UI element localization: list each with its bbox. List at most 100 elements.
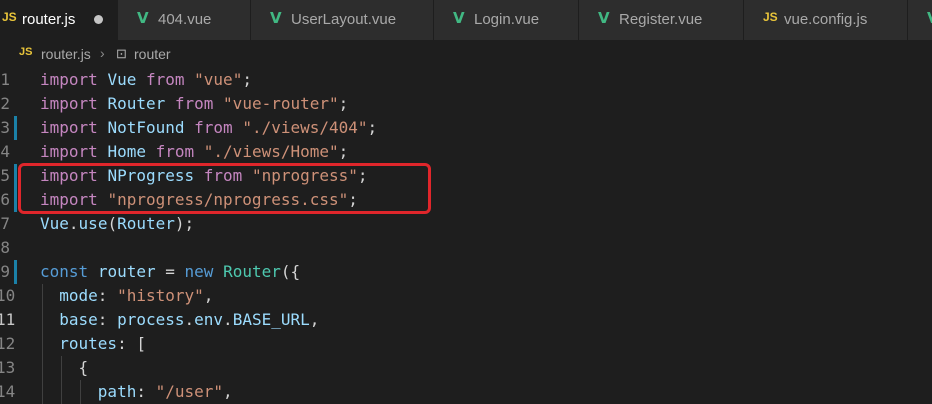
code-text: import Vue from "vue"; bbox=[40, 68, 252, 92]
code-token: base bbox=[59, 310, 98, 329]
breadcrumb-file[interactable]: router.js bbox=[41, 46, 91, 62]
code-text: base: process.env.BASE_URL, bbox=[40, 308, 319, 332]
code-token: from bbox=[145, 70, 185, 89]
code-text: path: "/user", bbox=[40, 380, 233, 404]
code-token: "/user" bbox=[155, 382, 224, 401]
code-token: const bbox=[40, 262, 89, 281]
code-text: routes: [ bbox=[40, 332, 146, 356]
code-line[interactable]: 13 { bbox=[0, 356, 932, 380]
code-token: "vue-router" bbox=[223, 94, 339, 113]
code-line[interactable]: 8 bbox=[0, 236, 932, 260]
breadcrumb-symbol[interactable]: router bbox=[134, 46, 171, 62]
code-line[interactable]: 10 mode: "history", bbox=[0, 284, 932, 308]
code-token: from bbox=[174, 94, 214, 113]
line-number: 4 bbox=[0, 142, 10, 161]
unsaved-changes-dot-icon[interactable] bbox=[94, 15, 103, 24]
code-token: { bbox=[40, 358, 89, 377]
code-line[interactable]: 4 import Home from "./views/Home"; bbox=[0, 140, 932, 164]
code-token: Vue bbox=[40, 214, 69, 233]
code-token: ); bbox=[174, 214, 195, 233]
tab-vue-config-js[interactable]: JS vue.config.js bbox=[744, 0, 908, 40]
code-line[interactable]: 9 const router = new Router({ bbox=[0, 260, 932, 284]
tab-register-vue[interactable]: V Register.vue bbox=[579, 0, 744, 40]
code-line[interactable]: 7 Vue.use(Router); bbox=[0, 212, 932, 236]
gutter-modified-marker[interactable] bbox=[14, 260, 17, 284]
tab-label: UserLayout.vue bbox=[291, 11, 397, 28]
code-token: new bbox=[184, 262, 214, 281]
vue-file-icon: V bbox=[927, 9, 932, 27]
code-token: import bbox=[40, 118, 98, 137]
gutter-modified-marker[interactable] bbox=[14, 164, 17, 188]
gutter-modified-marker[interactable] bbox=[14, 188, 17, 212]
code-token: import bbox=[40, 94, 98, 113]
code-line[interactable]: 12 routes: [ bbox=[0, 332, 932, 356]
code-token: "vue" bbox=[194, 70, 243, 89]
code-token: Router bbox=[223, 262, 281, 281]
code-text: const router = new Router({ bbox=[40, 260, 300, 284]
line-number: 9 bbox=[0, 262, 10, 281]
code-line[interactable]: 11 base: process.env.BASE_URL, bbox=[0, 308, 932, 332]
line-number: 1 bbox=[0, 70, 10, 89]
line-number: 12 bbox=[0, 334, 16, 353]
code-editor[interactable]: 1 import Vue from "vue"; 2 import Router fr… bbox=[0, 68, 932, 404]
code-token: : bbox=[97, 286, 118, 305]
tab-login-vue[interactable]: V Login.vue bbox=[434, 0, 579, 40]
code-text: mode: "history", bbox=[40, 284, 213, 308]
line-number: 6 bbox=[0, 190, 10, 209]
code-text: Vue.use(Router); bbox=[40, 212, 194, 236]
code-line[interactable]: 1 import Vue from "vue"; bbox=[0, 68, 932, 92]
indent-guide bbox=[61, 356, 62, 404]
code-token: ( bbox=[107, 214, 118, 233]
tab-router-js[interactable]: JS router.js bbox=[0, 0, 118, 40]
code-token: routes bbox=[59, 334, 118, 353]
line-number: 2 bbox=[0, 94, 10, 113]
code-token: import bbox=[40, 70, 98, 89]
gutter-modified-marker[interactable] bbox=[14, 116, 17, 140]
code-token: : bbox=[136, 382, 156, 401]
tab-label: Register.vue bbox=[619, 11, 703, 28]
line-number: 10 bbox=[0, 286, 16, 305]
highlight-annotation-box bbox=[18, 163, 431, 214]
code-token: "./views/404" bbox=[242, 118, 368, 137]
code-line[interactable]: 14 path: "/user", bbox=[0, 380, 932, 404]
code-token: use bbox=[78, 214, 108, 233]
tab-label: vue.config.js bbox=[784, 11, 868, 28]
code-token: "./views/Home" bbox=[203, 142, 339, 161]
tab-404-vue[interactable]: V 404.vue bbox=[118, 0, 251, 40]
code-token: router bbox=[97, 262, 156, 281]
code-token: BASE_URL bbox=[232, 310, 310, 329]
tab-overflow[interactable]: V bbox=[908, 0, 932, 40]
line-number: 3 bbox=[0, 118, 10, 137]
line-number: 14 bbox=[0, 382, 16, 401]
vue-file-icon: V bbox=[598, 9, 610, 27]
code-line[interactable]: 3 import NotFound from "./views/404"; bbox=[0, 116, 932, 140]
line-number: 11 bbox=[0, 310, 16, 329]
vue-file-icon: V bbox=[270, 9, 282, 27]
code-token: mode bbox=[59, 286, 98, 305]
tab-userlayout-vue[interactable]: V UserLayout.vue bbox=[251, 0, 434, 40]
tab-label: Login.vue bbox=[474, 11, 540, 28]
code-token: ; bbox=[242, 70, 252, 89]
code-token: Router bbox=[107, 94, 166, 113]
code-token: Home bbox=[107, 142, 146, 161]
code-line[interactable]: 2 import Router from "vue-router"; bbox=[0, 92, 932, 116]
code-token: ; bbox=[338, 94, 349, 113]
code-token: : bbox=[97, 310, 118, 329]
code-token: . bbox=[223, 310, 233, 329]
indent-guide bbox=[80, 380, 81, 404]
js-file-icon: JS bbox=[763, 10, 778, 24]
editor-tab-bar: JS router.js V 404.vue V UserLayout.vue … bbox=[0, 0, 932, 40]
code-token: env bbox=[194, 310, 224, 329]
code-token: : [ bbox=[117, 334, 146, 353]
code-token: , bbox=[309, 310, 320, 329]
